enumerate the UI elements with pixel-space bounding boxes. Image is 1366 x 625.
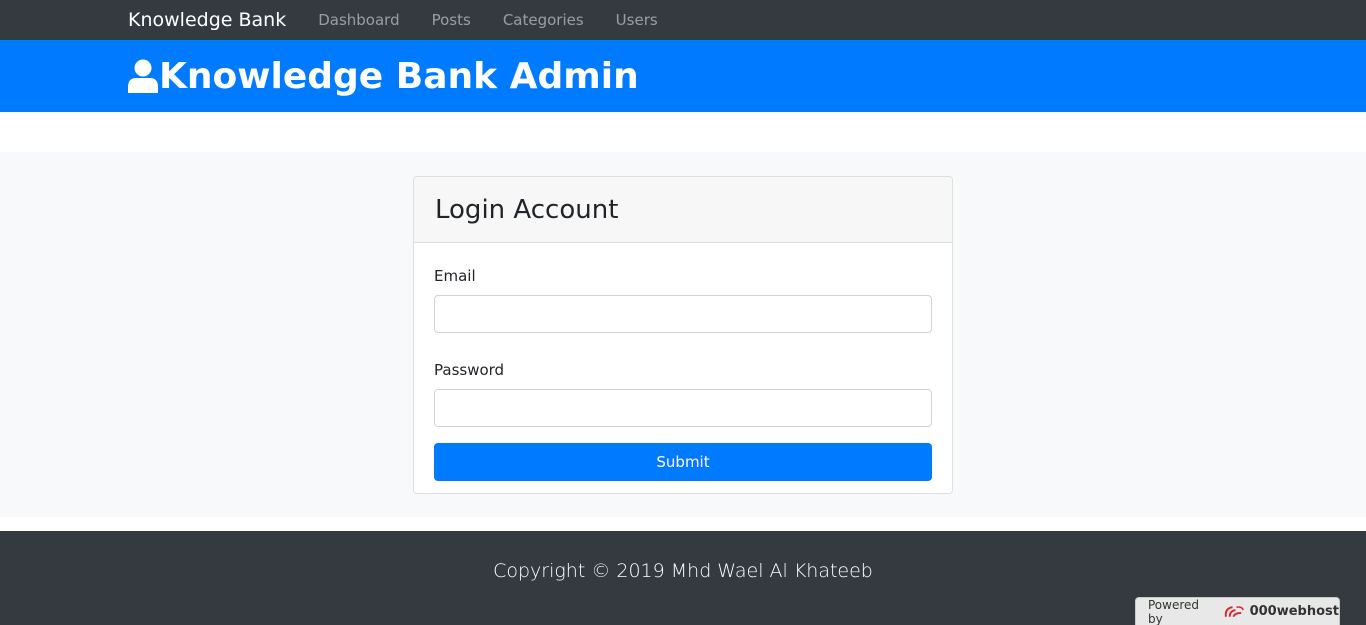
- login-card-header: Login Account: [414, 177, 952, 243]
- nav-link-categories[interactable]: Categories: [487, 11, 600, 29]
- login-form: Email Password Submit: [414, 267, 952, 481]
- navbar-container: Knowledge Bank Dashboard Posts Categorie…: [128, 0, 1238, 40]
- nav-link-dashboard[interactable]: Dashboard: [302, 11, 415, 29]
- copyright-text: Copyright © 2019 Mhd Wael Al Khateeb: [493, 560, 873, 582]
- powered-by-label: Powered by: [1148, 597, 1200, 625]
- password-field[interactable]: [434, 389, 932, 427]
- main-content: Login Account Email Password Submit: [0, 152, 1366, 517]
- login-card: Login Account Email Password Submit: [413, 176, 953, 494]
- header-container: Knowledge Bank Admin: [128, 40, 1238, 112]
- user-icon: [128, 59, 158, 93]
- page-header: Knowledge Bank Admin: [0, 40, 1366, 112]
- page-title: Knowledge Bank Admin: [159, 55, 639, 97]
- 000webhost-logo-icon: [1224, 605, 1244, 617]
- nav-link-posts[interactable]: Posts: [416, 11, 487, 29]
- powered-by-host: 000webhost: [1249, 604, 1339, 619]
- top-navbar: Knowledge Bank Dashboard Posts Categorie…: [0, 0, 1366, 40]
- navbar-brand[interactable]: Knowledge Bank: [128, 9, 286, 31]
- login-title: Login Account: [435, 194, 619, 225]
- email-label: Email: [434, 267, 476, 285]
- email-field[interactable]: [434, 295, 932, 333]
- page-footer: Copyright © 2019 Mhd Wael Al Khateeb Pow…: [0, 531, 1366, 625]
- nav-link-users[interactable]: Users: [600, 11, 674, 29]
- password-label: Password: [434, 361, 505, 379]
- powered-by-badge[interactable]: Powered by 000webhost: [1135, 597, 1340, 625]
- submit-button[interactable]: Submit: [434, 443, 932, 481]
